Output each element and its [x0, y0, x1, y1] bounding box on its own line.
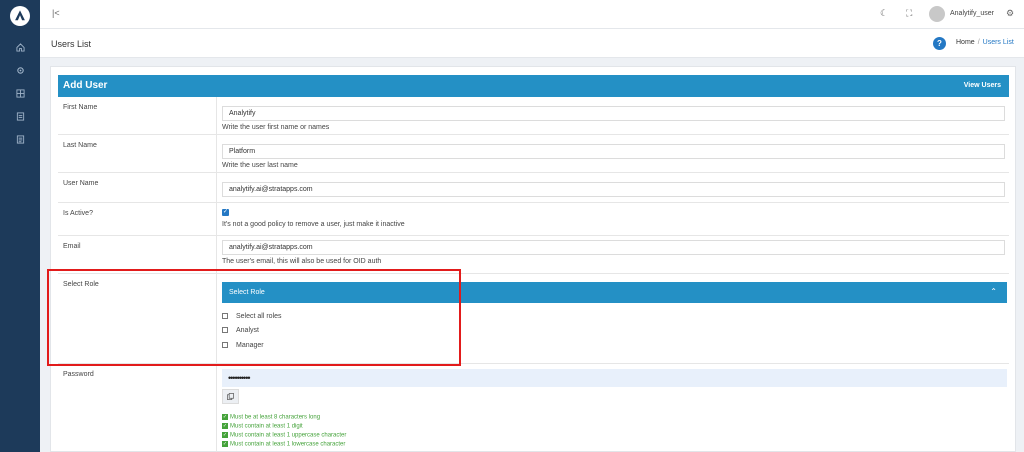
first-name-label: First Name — [63, 104, 98, 111]
is-active-row: Is Active? ✓ It's not a good policy to r… — [58, 203, 1009, 236]
moon-icon[interactable]: ☾ — [880, 8, 888, 19]
copy-password-button[interactable] — [222, 389, 239, 404]
top-bar: |< ☾ ⛶ Analytify_user ⚙ — [40, 0, 1024, 29]
email-input[interactable]: analytify.ai@stratapps.com — [222, 240, 1005, 255]
check-icon: ✓ — [222, 414, 228, 420]
last-name-label: Last Name — [63, 142, 97, 149]
page-title: Users List — [51, 39, 92, 49]
page-header: Users List ? Home / Users List — [40, 29, 1024, 58]
chevron-up-icon[interactable]: ⌃ — [990, 287, 997, 296]
user-name-input[interactable]: analytify.ai@stratapps.com — [222, 182, 1005, 197]
highlight-annotation — [47, 269, 461, 366]
user-name-label: User Name — [63, 180, 99, 187]
sidebar — [0, 0, 40, 452]
breadcrumb-separator: / — [977, 39, 980, 46]
help-icon[interactable]: ? — [933, 37, 946, 50]
first-name-help: Write the user first name or names — [222, 124, 330, 131]
last-name-help: Write the user last name — [222, 162, 298, 169]
card-header: Add User View Users — [58, 75, 1009, 97]
breadcrumb: Home / Users List — [956, 39, 1014, 46]
first-name-row: First Name Analytify Write the user firs… — [58, 97, 1009, 135]
fullscreen-icon[interactable]: ⛶ — [906, 8, 912, 19]
last-name-row: Last Name Platform Write the user last n… — [58, 135, 1009, 173]
check-icon: ✓ — [222, 423, 228, 429]
document-icon[interactable] — [14, 110, 26, 122]
first-name-input[interactable]: Analytify — [222, 106, 1005, 121]
password-rule: ✓ Must contain at least 1 lowercase chara… — [222, 441, 346, 448]
settings-icon[interactable] — [14, 64, 26, 76]
password-input[interactable]: •••••••••• — [222, 369, 1007, 387]
card-title: Add User — [63, 80, 108, 91]
collapse-sidebar-icon[interactable]: |< — [52, 8, 60, 18]
last-name-input[interactable]: Platform — [222, 144, 1005, 159]
gear-icon[interactable]: ⚙ — [1006, 8, 1014, 19]
email-label: Email — [63, 243, 81, 250]
is-active-help: It's not a good policy to remove a user,… — [222, 221, 405, 228]
avatar[interactable] — [929, 6, 945, 22]
check-icon: ✓ — [222, 441, 228, 447]
home-icon[interactable] — [14, 41, 26, 53]
is-active-checkbox[interactable]: ✓ — [222, 209, 229, 216]
app-logo[interactable] — [10, 6, 30, 26]
view-users-link[interactable]: View Users — [964, 82, 1001, 89]
email-help: The user's email, this will also be used… — [222, 258, 382, 265]
breadcrumb-home[interactable]: Home — [956, 39, 975, 46]
password-label: Password — [63, 371, 94, 378]
copy-icon — [227, 393, 234, 400]
username[interactable]: Analytify_user — [950, 10, 994, 17]
is-active-label: Is Active? — [63, 210, 93, 217]
password-rule: ✓ Must be at least 8 characters long — [222, 414, 321, 421]
user-name-row: User Name analytify.ai@stratapps.com — [58, 173, 1009, 203]
check-icon: ✓ — [222, 432, 228, 438]
grid-icon[interactable] — [14, 87, 26, 99]
password-rule: ✓ Must contain at least 1 digit — [222, 423, 303, 430]
password-rule: ✓ Must contain at least 1 uppercase chara… — [222, 432, 347, 439]
list-icon[interactable] — [14, 133, 26, 145]
breadcrumb-current[interactable]: Users List — [983, 39, 1014, 46]
